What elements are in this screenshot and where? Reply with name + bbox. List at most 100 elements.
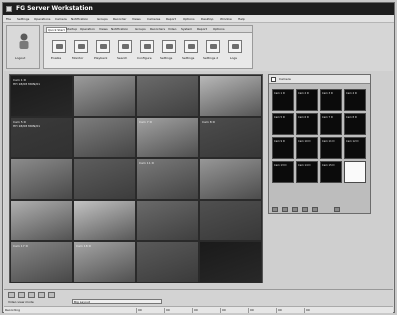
camera-feed-tile[interactable]: Cam 11 D — [136, 158, 199, 200]
menu-groups[interactable]: Groups — [97, 17, 108, 21]
status-segment: Recording — [5, 308, 21, 312]
camera-list-cell[interactable]: Cam 6 D — [296, 113, 318, 135]
menu-options[interactable]: Options — [183, 17, 195, 21]
tab-video[interactable]: Video — [168, 27, 176, 31]
search-button[interactable] — [118, 40, 132, 53]
bottom-bar: Video view mode Big Layout Recording 00 … — [4, 289, 393, 313]
camera-feed-tile[interactable] — [136, 75, 199, 117]
camera-list-cell[interactable]: Cam 14 D — [296, 161, 318, 183]
quad-view-icon[interactable] — [38, 292, 45, 298]
camera-list-cell[interactable]: Cam 10 D — [296, 137, 318, 159]
camera-feed-tile[interactable] — [136, 241, 199, 283]
camera-feed-tile[interactable] — [199, 199, 262, 242]
tab-report[interactable]: Report — [197, 27, 207, 31]
add-camera-icon[interactable] — [334, 207, 340, 212]
status-segment: 00 — [220, 308, 248, 313]
configure-label: Configure — [137, 56, 152, 60]
first-icon[interactable] — [272, 207, 278, 212]
status-bar: Recording 00 00 00 00 00 00 00 — [4, 306, 393, 313]
menu-operations[interactable]: Operations — [34, 17, 51, 21]
tab-system[interactable]: System — [181, 27, 192, 31]
search-icon — [122, 44, 129, 49]
search-label: Search — [117, 56, 128, 60]
refresh-icon[interactable] — [312, 207, 318, 212]
camera-feed-label: Cam 1 D HH 18/08 MON/01 — [13, 78, 41, 86]
camera-list-cell[interactable]: Cam 11 D — [320, 137, 342, 159]
tab-operation[interactable]: Operation — [80, 27, 95, 31]
logs-button[interactable] — [228, 40, 242, 53]
camera-list-cell[interactable]: Cam 3 D — [320, 89, 342, 111]
title-bar[interactable]: FG Server Workstation — [3, 3, 394, 15]
tab-notification[interactable]: Notification — [111, 27, 128, 31]
menu-notification[interactable]: Notification — [71, 17, 88, 21]
tab-quick-start[interactable]: Quick Start — [46, 27, 67, 33]
menu-cameras[interactable]: Cameras — [147, 17, 160, 21]
tab-groups[interactable]: Groups — [135, 27, 146, 31]
camera-feed-tile[interactable]: Cam 18 D — [73, 241, 136, 283]
configure-button[interactable] — [140, 40, 154, 53]
next-icon[interactable] — [292, 207, 298, 212]
settings-button[interactable] — [162, 40, 176, 53]
camera-list-cell[interactable]: Cam 9 D — [272, 137, 294, 159]
camera-feed-tile[interactable] — [199, 158, 262, 200]
camera-feed-tile[interactable] — [10, 158, 73, 200]
menu-recorder[interactable]: Recorder — [113, 17, 126, 21]
camera-list-cell[interactable]: Cam 1 D — [272, 89, 294, 111]
playback-button[interactable] — [96, 40, 110, 53]
camera-list-cell[interactable]: Cam 15 D — [320, 161, 342, 183]
enable-label: Enable — [51, 56, 62, 60]
tab-startup[interactable]: Startup — [66, 27, 77, 31]
last-icon[interactable] — [302, 207, 308, 212]
tab-views[interactable]: Views — [99, 27, 108, 31]
tab-recorders[interactable]: Recorders — [150, 27, 165, 31]
camera-feed-tile[interactable]: Cam 1 D HH 18/08 MON/01 — [10, 75, 73, 117]
camera-feed-tile[interactable] — [10, 199, 73, 242]
logout-panel[interactable]: Logout — [6, 25, 40, 69]
camera-feed-tile[interactable] — [136, 199, 199, 242]
camera-list-cell[interactable]: Cam 2 D — [296, 89, 318, 111]
workspace: Cam 1 D HH 18/08 MON/01 Cam 5 D HH 18/08 … — [4, 71, 393, 289]
menu-settings[interactable]: Settings — [17, 17, 29, 21]
menu-camera[interactable]: Camera — [55, 17, 67, 21]
view-mode-select[interactable]: Big Layout — [72, 299, 162, 304]
menu-views[interactable]: Views — [132, 17, 141, 21]
settings-2-button[interactable] — [206, 40, 220, 53]
camera-feed-tile[interactable]: Cam 5 D HH 18/08 MON/01 — [10, 116, 73, 159]
single-view-icon[interactable] — [28, 292, 35, 298]
settings-label-2: Settings — [182, 56, 195, 60]
camera-list-cell[interactable]: Cam 8 D — [344, 113, 366, 135]
menu-report[interactable]: Report — [166, 17, 176, 21]
enable-icon — [56, 44, 63, 49]
enable-button[interactable] — [52, 40, 66, 53]
camera-list-cell[interactable]: Cam 13 D — [272, 161, 294, 183]
grid-icon[interactable] — [18, 292, 25, 298]
menu-window[interactable]: Window — [220, 17, 232, 21]
menu-desktop[interactable]: Desktop — [201, 17, 213, 21]
snapshot-icon[interactable] — [48, 292, 55, 298]
menu-file[interactable]: File — [6, 17, 11, 21]
camera-feed-tile[interactable]: Cam 8 D — [199, 116, 262, 159]
camera-feed-tile[interactable]: Cam 7 D — [136, 116, 199, 159]
camera-list-cell[interactable]: Cam 4 D — [344, 89, 366, 111]
monitor-button[interactable] — [74, 40, 88, 53]
toolbar-tabs: Quick Start Startup Operation Views Noti… — [44, 26, 252, 33]
camera-list-cell[interactable]: Cam 5 D — [272, 113, 294, 135]
camera-list-cell[interactable] — [344, 161, 366, 183]
camera-feed-tile[interactable] — [73, 116, 136, 159]
camera-list-cell-label: Cam 2 D — [298, 92, 309, 95]
camera-list-cell[interactable]: Cam 7 D — [320, 113, 342, 135]
camera-list-cell[interactable]: Cam 12 D — [344, 137, 366, 159]
camera-feed-tile[interactable] — [73, 158, 136, 200]
layout-icon[interactable] — [8, 292, 15, 298]
menu-help[interactable]: Help — [238, 17, 245, 21]
camera-feed-tile[interactable] — [199, 75, 262, 117]
tab-options[interactable]: Options — [213, 27, 225, 31]
camera-feed-tile[interactable] — [73, 75, 136, 117]
user-icon — [19, 33, 29, 49]
settings-button-2[interactable] — [184, 40, 198, 53]
camera-feed-tile[interactable] — [73, 199, 136, 242]
select-all-checkbox[interactable] — [271, 77, 276, 82]
prev-icon[interactable] — [282, 207, 288, 212]
camera-feed-tile[interactable]: Cam 17 D — [10, 241, 73, 283]
camera-feed-tile[interactable] — [199, 241, 262, 283]
